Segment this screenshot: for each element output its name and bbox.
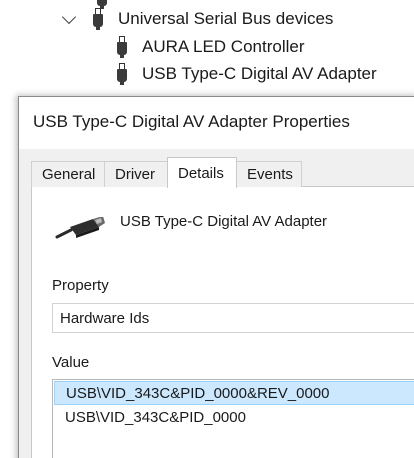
tab-details[interactable]: Details <box>167 157 237 188</box>
tree-category-usb[interactable]: Universal Serial Bus devices <box>61 7 334 31</box>
chevron-down-icon[interactable] <box>61 9 77 24</box>
value-listbox[interactable]: USB\VID_343C&PID_0000&REV_0000 USB\VID_3… <box>52 379 414 458</box>
tab-driver[interactable]: Driver <box>104 161 168 187</box>
usb-plug-icon <box>92 8 104 30</box>
tree-item-aura-led[interactable]: AURA LED Controller <box>116 35 305 59</box>
property-label: Property <box>52 277 109 294</box>
device-name: USB Type-C Digital AV Adapter <box>120 213 328 230</box>
device-manager-tree: Universal Serial Bus devices AURA LED Co… <box>0 0 414 100</box>
list-item[interactable]: USB\VID_343C&PID_0000 <box>54 406 414 430</box>
usb-plug-icon <box>116 36 128 58</box>
usb-cable-icon <box>55 217 105 239</box>
tree-item-label: USB Type-C Digital AV Adapter <box>142 64 377 83</box>
property-dropdown-value: Hardware Ids <box>60 310 150 327</box>
tab-label: Events <box>247 166 293 183</box>
property-dropdown[interactable]: Hardware Ids <box>52 303 414 333</box>
dialog-title: USB Type-C Digital AV Adapter Properties <box>33 112 350 131</box>
tab-general[interactable]: General <box>31 161 105 187</box>
dialog-titlebar[interactable]: USB Type-C Digital AV Adapter Properties <box>19 97 414 149</box>
tree-item-usb-c-av-adapter[interactable]: USB Type-C Digital AV Adapter <box>116 62 377 86</box>
usb-plug-icon <box>116 63 128 85</box>
list-item[interactable]: USB\VID_343C&PID_0000&REV_0000 <box>54 381 414 405</box>
tab-label: Details <box>178 164 224 182</box>
value-label: Value <box>52 354 90 371</box>
tab-label: General <box>42 166 96 183</box>
list-item-text: USB\VID_343C&PID_0000 <box>65 409 246 426</box>
tree-category-label: Universal Serial Bus devices <box>118 9 334 28</box>
tab-events[interactable]: Events <box>236 161 302 187</box>
properties-dialog: USB Type-C Digital AV Adapter Properties… <box>18 96 414 458</box>
tab-strip: General Driver Details Events <box>31 157 414 188</box>
screenshot-root: Universal Serial Bus devices AURA LED Co… <box>0 0 414 458</box>
tree-item-label: AURA LED Controller <box>142 37 305 56</box>
list-item-text: USB\VID_343C&PID_0000&REV_0000 <box>66 385 330 402</box>
tab-label: Driver <box>115 166 155 183</box>
